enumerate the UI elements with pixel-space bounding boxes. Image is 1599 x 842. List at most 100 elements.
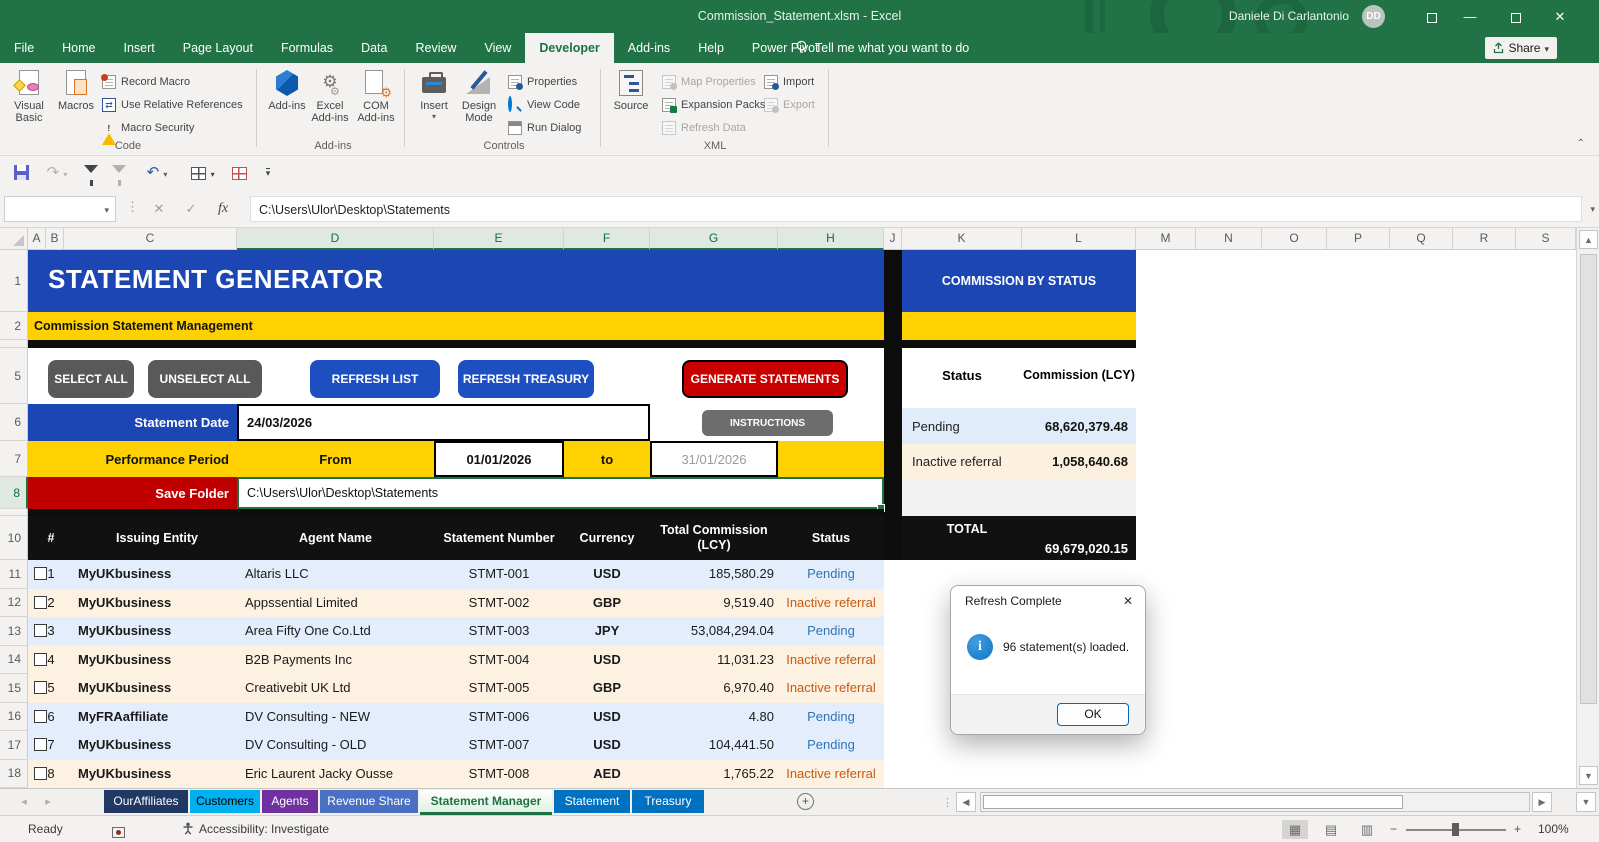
cancel-entry-icon[interactable]: ✕ xyxy=(146,196,172,222)
sheet-tab-statement-manager[interactable]: Statement Manager xyxy=(420,790,552,815)
cell-issuing-entity[interactable]: MyFRAaffiliate xyxy=(78,703,168,732)
row-header[interactable]: 13 xyxy=(0,617,28,646)
row-header[interactable]: 15 xyxy=(0,674,28,703)
column-header[interactable]: H xyxy=(778,228,884,250)
use-relative-references-button[interactable]: ⇄ Use Relative References xyxy=(102,95,243,114)
cell-issuing-entity[interactable]: MyUKbusiness xyxy=(78,731,171,760)
cell-num[interactable]: 5 xyxy=(38,674,64,703)
undo-icon[interactable]: ↶ ▾ xyxy=(140,162,174,184)
cell-amount[interactable]: 6,970.40 xyxy=(610,674,774,703)
table-row[interactable]: 8 MyUKbusiness Eric Laurent Jacky Ousse … xyxy=(28,759,884,789)
visual-basic-button[interactable]: Visual Basic xyxy=(6,68,52,146)
cell-agent-name[interactable]: Altaris LLC xyxy=(245,560,309,589)
vertical-scroll-thumb[interactable] xyxy=(1580,254,1597,704)
cell-amount[interactable]: 4.80 xyxy=(610,703,774,732)
row-header[interactable]: 7 xyxy=(0,441,28,477)
table-tool-icon[interactable]: ▾ xyxy=(186,162,220,184)
cell-status[interactable]: Pending xyxy=(778,731,884,760)
column-header[interactable]: K xyxy=(902,228,1022,250)
hscroll-right-icon[interactable]: ▶ xyxy=(1532,792,1552,812)
cell-amount[interactable]: 104,441.50 xyxy=(610,731,774,760)
cell-status[interactable]: Inactive referral xyxy=(778,646,884,675)
save-folder-field[interactable]: C:\Users\Ulor\Desktop\Statements xyxy=(237,477,884,509)
refresh-list-button[interactable]: REFRESH LIST xyxy=(310,360,440,398)
avatar[interactable]: DD xyxy=(1362,5,1385,28)
from-date-field[interactable]: 01/01/2026 xyxy=(434,441,564,477)
filter-icon[interactable] xyxy=(80,162,102,186)
zoom-out-icon[interactable]: − xyxy=(1390,816,1397,842)
sheet-tab-agents[interactable]: Agents xyxy=(262,790,318,813)
table-row[interactable]: 2 MyUKbusiness Appssential Limited STMT-… xyxy=(28,588,884,618)
tab-formulas[interactable]: Formulas xyxy=(267,33,347,63)
sheet-tab-ouraffiliates[interactable]: OurAffiliates xyxy=(104,790,188,813)
tab-home[interactable]: Home xyxy=(48,33,109,63)
cell-agent-name[interactable]: B2B Payments Inc xyxy=(245,646,352,675)
column-header[interactable]: E xyxy=(434,228,564,250)
column-header[interactable]: G xyxy=(650,228,778,250)
cell-status[interactable]: Pending xyxy=(778,560,884,589)
cell-amount[interactable]: 9,519.40 xyxy=(610,589,774,618)
table-format-icon[interactable] xyxy=(228,162,250,184)
cell-num[interactable]: 4 xyxy=(38,646,64,675)
column-header[interactable]: C xyxy=(64,228,237,250)
cell-issuing-entity[interactable]: MyUKbusiness xyxy=(78,674,171,703)
vertical-scrollbar[interactable]: ▲ ▼ xyxy=(1576,228,1599,790)
page-break-view-icon[interactable]: ▥ xyxy=(1354,820,1380,839)
cell-status[interactable]: Pending xyxy=(778,617,884,646)
column-header[interactable]: A xyxy=(28,228,46,250)
cell-num[interactable]: 8 xyxy=(38,760,64,789)
to-date-field[interactable]: 31/01/2026 xyxy=(650,441,778,477)
column-header[interactable]: R xyxy=(1453,228,1516,250)
table-row[interactable]: 4 MyUKbusiness B2B Payments Inc STMT-004… xyxy=(28,645,884,675)
hidden-rows-marker[interactable] xyxy=(0,340,28,348)
cell-amount[interactable]: 1,765.22 xyxy=(610,760,774,789)
save-icon[interactable] xyxy=(10,162,32,184)
macro-security-button[interactable]: ! Macro Security xyxy=(102,118,194,145)
dialog-close-icon[interactable]: ✕ xyxy=(1111,586,1145,616)
cell-statement-number[interactable]: STMT-008 xyxy=(434,760,564,789)
row-header[interactable]: 1 xyxy=(0,250,28,312)
page-layout-view-icon[interactable]: ▤ xyxy=(1318,820,1344,839)
sheet-nav-right-icon[interactable]: ▸ xyxy=(38,789,58,815)
zoom-slider-thumb[interactable] xyxy=(1452,823,1459,836)
cell-statement-number[interactable]: STMT-001 xyxy=(434,560,564,589)
cell-issuing-entity[interactable]: MyUKbusiness xyxy=(78,560,171,589)
customize-qat-icon[interactable]: ▾ xyxy=(258,162,278,184)
excel-add-ins-button[interactable]: ⚙ ⚙ Excel Add-ins xyxy=(306,68,354,146)
table-row[interactable]: 7 MyUKbusiness DV Consulting - OLD STMT-… xyxy=(28,731,884,760)
cell-num[interactable]: 1 xyxy=(38,560,64,589)
column-header[interactable]: O xyxy=(1262,228,1327,250)
macros-button[interactable]: Macros xyxy=(54,68,98,146)
close-button[interactable]: ✕ xyxy=(1543,0,1577,33)
horizontal-scrollbar[interactable] xyxy=(980,792,1530,812)
column-header[interactable]: F xyxy=(564,228,650,250)
row-header[interactable]: 18 xyxy=(0,759,28,788)
sheet-tab-treasury[interactable]: Treasury xyxy=(632,790,704,813)
add-ins-button[interactable]: Add-ins xyxy=(266,68,308,146)
user-name[interactable]: Daniele Di Carlantonio xyxy=(1229,0,1349,33)
column-header[interactable]: P xyxy=(1327,228,1390,250)
scrollbar-splitter[interactable]: ⋮ xyxy=(942,796,953,809)
normal-view-icon[interactable]: ▦ xyxy=(1282,820,1308,839)
cell-agent-name[interactable]: Eric Laurent Jacky Ousse xyxy=(245,760,393,789)
column-header[interactable]: B xyxy=(46,228,64,250)
tab-review[interactable]: Review xyxy=(401,33,470,63)
properties-button[interactable]: Properties xyxy=(508,72,577,91)
select-all-button[interactable]: SELECT ALL xyxy=(48,360,134,398)
row-header[interactable]: 14 xyxy=(0,645,28,674)
instructions-button[interactable]: INSTRUCTIONS xyxy=(702,410,833,436)
design-mode-button[interactable]: Design Mode xyxy=(456,68,502,146)
unselect-all-button[interactable]: UNSELECT ALL xyxy=(148,360,262,398)
column-header[interactable]: M xyxy=(1136,228,1196,250)
ribbon-display-options-icon[interactable] xyxy=(1415,0,1449,33)
new-sheet-icon[interactable]: + xyxy=(797,793,814,810)
row-header[interactable]: 16 xyxy=(0,702,28,731)
tab-data[interactable]: Data xyxy=(347,33,401,63)
import-button[interactable]: Import xyxy=(764,72,814,91)
restore-button[interactable] xyxy=(1499,0,1533,33)
row-header[interactable]: 12 xyxy=(0,588,28,617)
refresh-treasury-button[interactable]: REFRESH TREASURY xyxy=(458,360,594,398)
column-header[interactable]: N xyxy=(1196,228,1262,250)
sheet-tab-customers[interactable]: Customers xyxy=(190,790,260,813)
sheet-nav-left-icon[interactable]: ◂ xyxy=(14,789,34,815)
